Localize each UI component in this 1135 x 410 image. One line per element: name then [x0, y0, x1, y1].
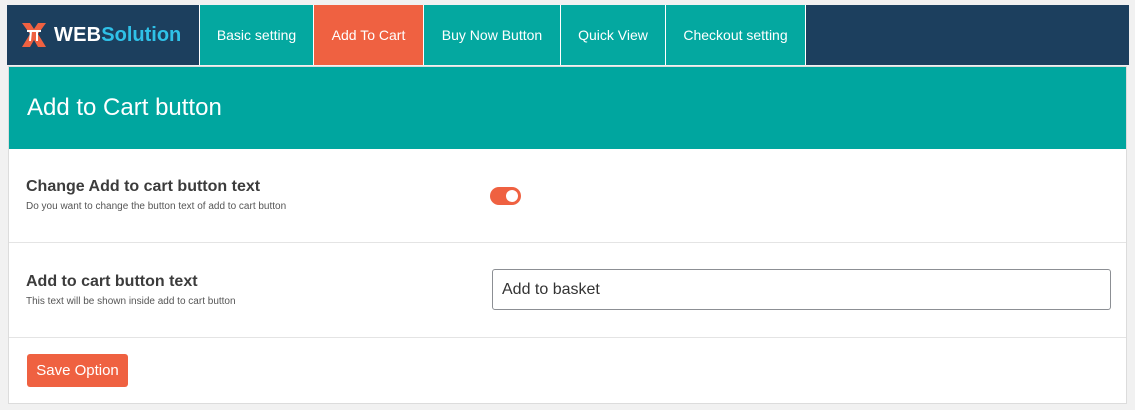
- button-text-description: This text will be shown inside add to ca…: [26, 296, 236, 307]
- button-text-row: Add to cart button text This text will b…: [9, 243, 1126, 338]
- brand-web-text: WEB: [54, 23, 102, 46]
- tab-bar: Basic setting Add To Cart Buy Now Button…: [199, 5, 806, 65]
- change-text-label-group: Change Add to cart button text Do you wa…: [26, 178, 286, 212]
- tab-quick-view[interactable]: Quick View: [560, 5, 665, 65]
- brand-solution-text: Solution: [101, 23, 182, 46]
- change-text-toggle[interactable]: [490, 187, 521, 205]
- tab-add-to-cart[interactable]: Add To Cart: [313, 5, 423, 65]
- settings-panel: Add to Cart button Change Add to cart bu…: [8, 66, 1127, 404]
- brand-logo[interactable]: WEB Solution: [7, 5, 199, 65]
- panel-title: Add to Cart button: [27, 94, 222, 121]
- panel-header: Add to Cart button: [9, 67, 1126, 149]
- tab-buy-now-button[interactable]: Buy Now Button: [423, 5, 560, 65]
- save-option-button[interactable]: Save Option: [27, 354, 128, 387]
- top-navbar: WEB Solution Basic setting Add To Cart Bu…: [7, 5, 1129, 65]
- button-text-title: Add to cart button text: [26, 273, 198, 290]
- button-text-label-group: Add to cart button text This text will b…: [26, 273, 236, 307]
- logo-icon: [22, 23, 46, 47]
- toggle-knob: [506, 190, 518, 202]
- change-text-description: Do you want to change the button text of…: [26, 201, 287, 212]
- tab-checkout-setting[interactable]: Checkout setting: [665, 5, 806, 65]
- tab-basic-setting[interactable]: Basic setting: [199, 5, 313, 65]
- button-text-input[interactable]: [492, 269, 1111, 310]
- change-text-title: Change Add to cart button text: [26, 178, 261, 195]
- change-text-row: Change Add to cart button text Do you wa…: [9, 149, 1126, 243]
